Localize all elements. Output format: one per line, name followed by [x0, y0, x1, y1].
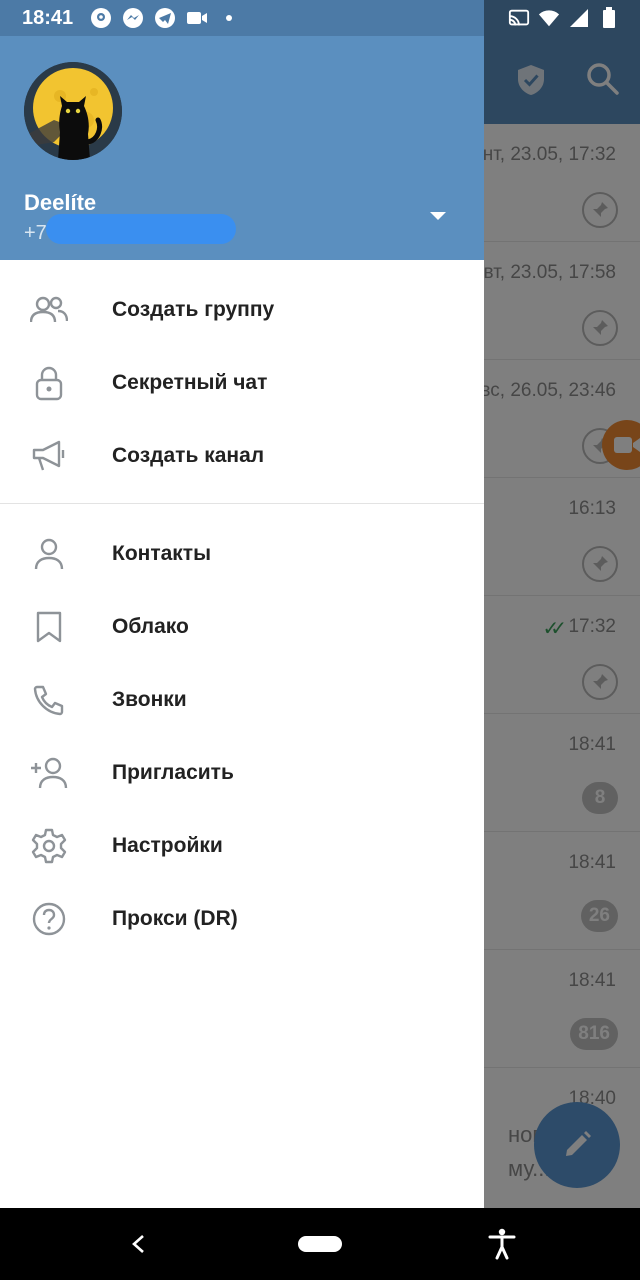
status-time: 18:41 [22, 7, 74, 29]
lock-icon [30, 364, 68, 402]
menu-label: Секретный чат [112, 370, 268, 394]
wifi-icon [538, 7, 560, 29]
menu-item-invite[interactable]: Пригласить [0, 736, 484, 809]
drawer-header: Deelíte +7 [0, 0, 484, 260]
system-navigation-bar [0, 1208, 640, 1280]
avatar-image [24, 62, 122, 160]
gear-icon [30, 827, 68, 865]
telegram-icon [154, 7, 176, 29]
menu-item-new-group[interactable]: Создать группу [0, 273, 484, 346]
menu-item-secret-chat[interactable]: Секретный чат [0, 346, 484, 419]
megaphone-icon [30, 437, 68, 475]
status-bar: 18:41 [0, 0, 640, 36]
menu-label: Пригласить [112, 760, 234, 784]
video-camera-icon [186, 7, 208, 29]
person-icon [30, 535, 68, 573]
back-button[interactable] [124, 1230, 152, 1258]
drawer-divider [0, 503, 484, 504]
bookmark-icon [30, 608, 68, 646]
cast-icon [508, 7, 530, 29]
accessibility-button[interactable] [486, 1228, 518, 1260]
chevron-left-icon [132, 1235, 144, 1253]
location-pin-icon [90, 7, 112, 29]
menu-item-new-channel[interactable]: Создать канал [0, 419, 484, 492]
signal-icon [568, 7, 590, 29]
menu-label: Создать канал [112, 443, 265, 467]
navigation-drawer: Deelíte +7 Создать группу Секретный чат … [0, 0, 484, 1208]
menu-item-proxy[interactable]: Прокси (DR) [0, 882, 484, 955]
user-phone: +7 [24, 222, 47, 244]
battery-icon [598, 7, 620, 29]
notification-icons [90, 7, 240, 29]
phone-redaction [46, 214, 236, 244]
menu-label: Прокси (DR) [112, 906, 238, 930]
avatar[interactable] [24, 62, 122, 160]
accessibility-icon [488, 1228, 516, 1260]
menu-item-saved[interactable]: Облако [0, 590, 484, 663]
add-person-icon [30, 754, 68, 792]
group-icon [30, 291, 68, 329]
drawer-menu-primary: Создать группу Секретный чат Создать кан… [0, 273, 484, 492]
menu-item-contacts[interactable]: Контакты [0, 517, 484, 590]
system-icons [508, 7, 620, 29]
account-switcher-toggle[interactable] [424, 204, 452, 228]
user-name: Deelíte [24, 190, 97, 215]
drawer-menu-secondary: Контакты Облако Звонки Пригласить Настро… [0, 517, 484, 955]
menu-label: Создать группу [112, 297, 275, 321]
menu-label: Звонки [112, 687, 187, 711]
home-button[interactable] [298, 1236, 342, 1252]
menu-label: Контакты [112, 541, 212, 565]
menu-label: Настройки [112, 833, 223, 857]
menu-item-settings[interactable]: Настройки [0, 809, 484, 882]
help-circle-icon [30, 900, 68, 938]
messenger-icon [122, 7, 144, 29]
triangle-down-icon [430, 212, 446, 220]
menu-label: Облако [112, 614, 189, 638]
phone-icon [30, 681, 68, 719]
menu-item-calls[interactable]: Звонки [0, 663, 484, 736]
dot-icon [218, 7, 240, 29]
